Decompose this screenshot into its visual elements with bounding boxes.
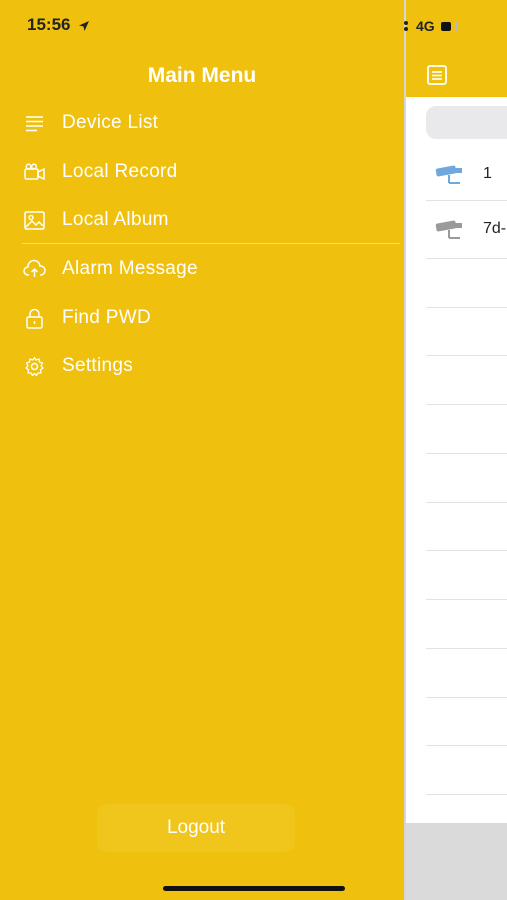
image-icon — [24, 210, 45, 230]
device-name: 1 — [483, 165, 492, 182]
battery-icon — [440, 21, 451, 31]
row-divider — [426, 648, 507, 649]
menu-item-label: Find PWD — [62, 307, 151, 328]
row-divider — [426, 502, 507, 503]
device-search-bar[interactable] — [426, 106, 507, 139]
status-bar-right: 4G — [398, 16, 507, 36]
menu-item-label: Settings — [62, 355, 134, 376]
location-arrow-icon — [79, 20, 90, 31]
home-indicator[interactable] — [163, 886, 345, 891]
menu-item-label: Alarm Message — [62, 258, 198, 279]
row-divider — [426, 200, 507, 201]
camera-offline-icon — [435, 220, 462, 239]
row-divider — [426, 745, 507, 746]
cloud-upload-icon — [23, 259, 46, 277]
clock-time: 15:56 — [27, 15, 71, 34]
drawer-title: Main Menu — [147, 64, 257, 87]
menu-item-find-pwd[interactable]: Find PWD — [0, 298, 400, 338]
row-divider — [426, 599, 507, 600]
menu-item-settings[interactable]: Settings — [0, 346, 400, 386]
battery-tip — [454, 21, 458, 31]
menu-item-alarm-message[interactable]: Alarm Message — [0, 249, 400, 289]
side-drawer: 15:56 Main Menu Device List Local Record — [0, 0, 404, 900]
device-row-1[interactable]: 1 — [426, 151, 507, 199]
row-divider — [426, 258, 507, 259]
bottom-toolbar — [406, 823, 507, 900]
status-bar-time: 15:56 — [27, 15, 90, 35]
menu-item-label: Local Album — [62, 209, 169, 230]
menu-item-local-record[interactable]: Local Record — [0, 152, 400, 192]
device-list-header — [406, 0, 507, 97]
logout-button[interactable]: Logout — [97, 804, 295, 852]
row-divider — [426, 794, 507, 795]
menu-item-label: Device List — [62, 112, 159, 133]
network-type: 4G — [416, 18, 435, 34]
gear-icon — [25, 356, 44, 376]
row-divider — [426, 355, 507, 356]
list-icon — [26, 115, 43, 131]
video-camera-icon — [24, 163, 45, 180]
list-view-icon[interactable] — [426, 64, 448, 86]
menu-item-local-album[interactable]: Local Album — [0, 200, 400, 240]
row-divider — [426, 453, 507, 454]
menu-item-device-list[interactable]: Device List — [0, 103, 400, 143]
row-divider — [426, 697, 507, 698]
device-row-2[interactable]: 7d- — [426, 206, 507, 254]
lock-icon — [26, 308, 43, 329]
row-divider — [426, 307, 507, 308]
menu-item-label: Local Record — [62, 161, 178, 182]
row-divider — [426, 550, 507, 551]
device-name: 7d- — [483, 220, 507, 237]
menu-divider — [22, 243, 400, 244]
row-divider — [426, 404, 507, 405]
camera-online-icon — [435, 165, 462, 184]
